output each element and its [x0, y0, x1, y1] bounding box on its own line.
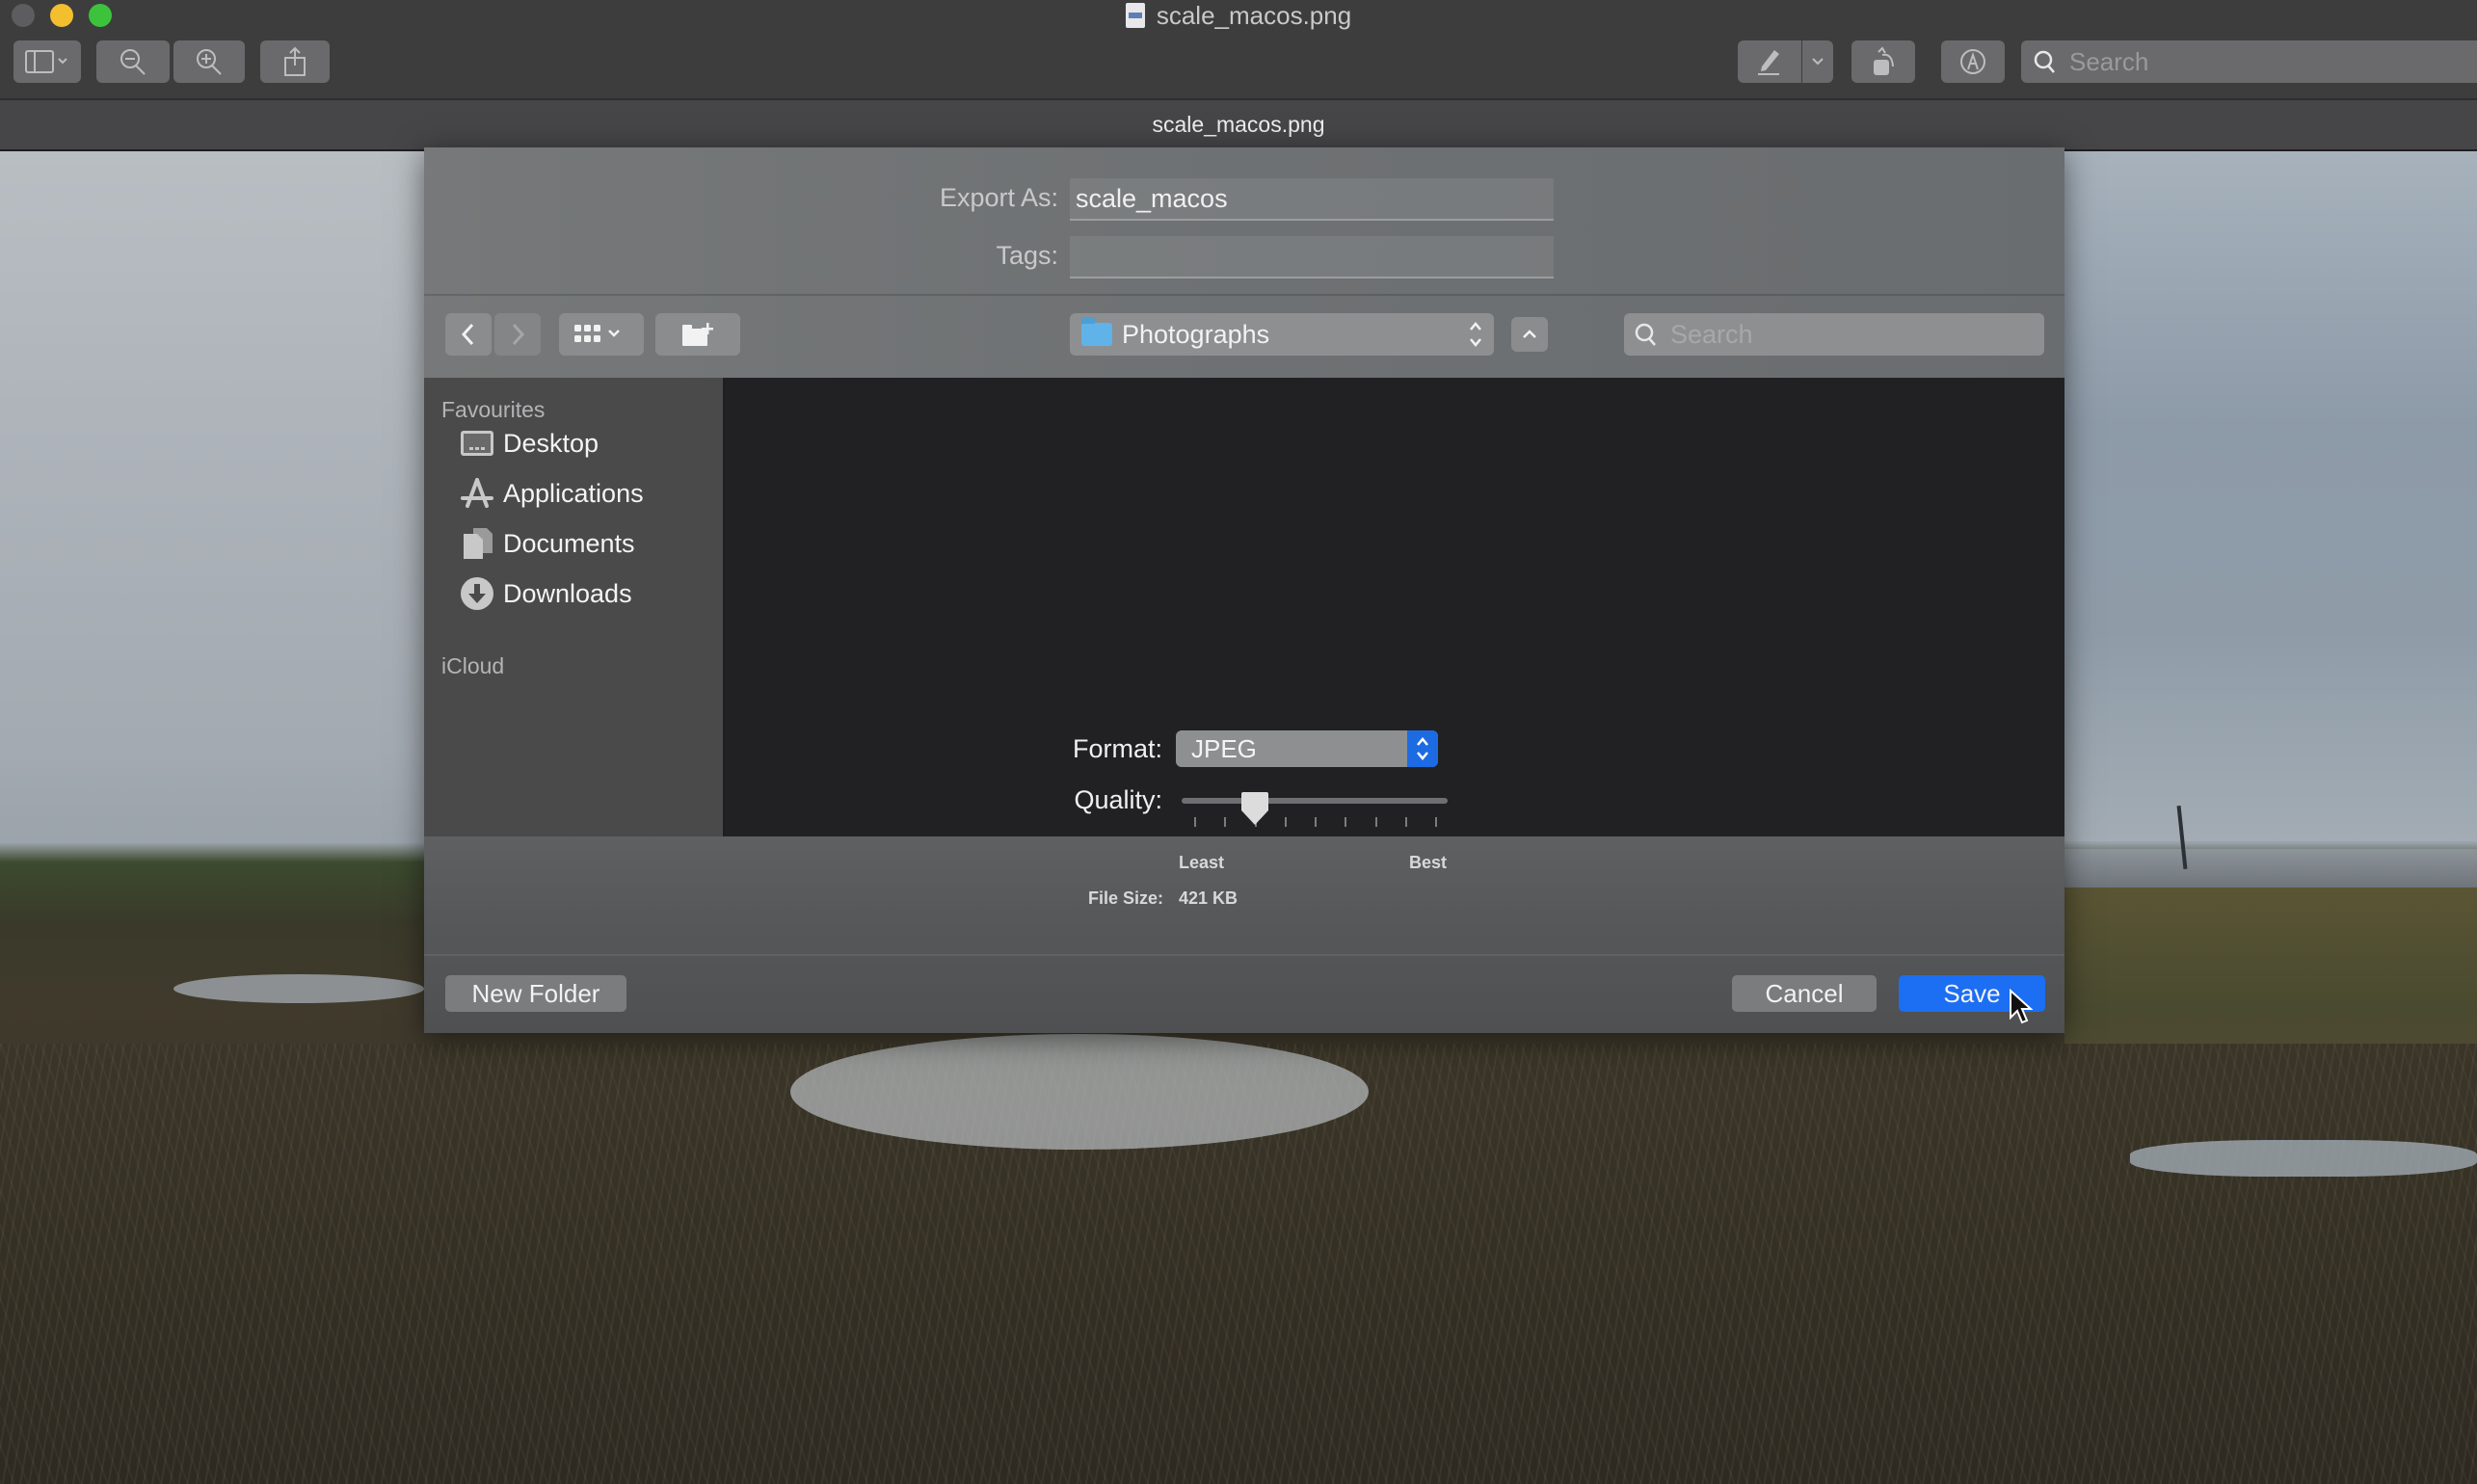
- sidebar-section-icloud[interactable]: iCloud: [441, 653, 504, 679]
- applications-icon: [459, 477, 495, 510]
- export-dialog: Export As: Tags: Photographs: [424, 147, 2064, 1033]
- updown-chevron-icon: [1470, 322, 1481, 347]
- photo-pond: [173, 974, 424, 1003]
- forward-button[interactable]: [494, 313, 541, 356]
- new-folder-button[interactable]: New Folder: [445, 975, 626, 1012]
- quality-slider-tick: [1435, 817, 1437, 827]
- window-title: scale_macos.png: [0, 0, 2477, 31]
- expand-collapse-button[interactable]: [1511, 317, 1548, 352]
- updown-chevron-icon: [1417, 737, 1428, 760]
- pen-icon: [1758, 50, 1779, 75]
- dialog-search[interactable]: [1624, 313, 2044, 356]
- zoom-in-icon: [197, 49, 222, 75]
- share-icon: [284, 46, 306, 76]
- zoom-out-icon: [120, 49, 146, 75]
- chevron-down-icon: [1812, 58, 1824, 66]
- markup-circle-icon: [1960, 49, 1985, 74]
- tab-title: scale_macos.png: [1152, 112, 1325, 137]
- format-value: JPEG: [1191, 733, 1257, 763]
- document-tab[interactable]: scale_macos.png: [0, 98, 2477, 151]
- quality-slider-tick: [1284, 817, 1287, 827]
- chevron-left-icon: [461, 323, 474, 346]
- tags-field[interactable]: [1070, 236, 1554, 278]
- dialog-search-input[interactable]: [1668, 318, 2029, 351]
- folder-icon: [1081, 318, 1112, 346]
- photo-sky: [2064, 147, 2477, 841]
- sidebar-item-label: Applications: [503, 478, 644, 508]
- sidebar-item-downloads[interactable]: Downloads: [459, 572, 632, 615]
- share-button[interactable]: [260, 40, 330, 83]
- mouse-cursor-icon: [2010, 989, 2034, 1024]
- sidebar-toggle-icon: [25, 50, 67, 73]
- tags-label: Tags:: [996, 241, 1058, 270]
- photo-pond: [2130, 1140, 2477, 1177]
- quality-label: Quality:: [1074, 785, 1162, 814]
- format-label: Format:: [1072, 734, 1162, 763]
- rotate-button[interactable]: [1851, 40, 1915, 83]
- quality-slider-tick: [1345, 817, 1347, 827]
- rotate-icon: [1874, 46, 1894, 75]
- icon-view-icon: [574, 325, 620, 342]
- toolbar-search[interactable]: [2021, 40, 2477, 83]
- quality-min-label: Least: [1179, 853, 1225, 872]
- downloads-icon: [459, 577, 495, 610]
- quality-slider-tick: [1194, 817, 1196, 827]
- export-as-field[interactable]: [1070, 178, 1554, 221]
- location-popup[interactable]: Photographs: [1070, 313, 1494, 356]
- chevron-up-icon: [1523, 330, 1536, 338]
- quality-slider-tick: [1315, 817, 1317, 827]
- sidebar: Favourites Desktop Applications Document…: [424, 378, 725, 836]
- search-icon: [2034, 50, 2055, 73]
- sidebar-item-desktop[interactable]: Desktop: [459, 422, 599, 464]
- export-as-label: Export As:: [939, 183, 1058, 212]
- photo-pond: [790, 1034, 1369, 1150]
- quality-max-label: Best: [1409, 853, 1448, 872]
- new-folder-icon: [682, 323, 713, 346]
- sidebar-item-label: Desktop: [503, 428, 599, 458]
- quality-slider-tick: [1224, 817, 1227, 827]
- annotate-button[interactable]: [1941, 40, 2005, 83]
- zoom-in-button[interactable]: [173, 40, 245, 83]
- divider: [424, 294, 2064, 296]
- zoom-out-button[interactable]: [96, 40, 170, 83]
- new-folder-icon-button[interactable]: [655, 313, 740, 356]
- cancel-button[interactable]: Cancel: [1732, 975, 1877, 1012]
- back-button[interactable]: [445, 313, 492, 356]
- quality-slider-tick: [1404, 817, 1407, 827]
- quality-slider-tick: [1374, 817, 1377, 827]
- toolbar-search-input[interactable]: [2067, 45, 2476, 78]
- document-icon: [1125, 3, 1145, 28]
- file-size-value: 421 KB: [1179, 888, 1238, 908]
- location-label: Photographs: [1122, 319, 1270, 349]
- sidebar-item-applications[interactable]: Applications: [459, 472, 644, 515]
- format-popup[interactable]: JPEG: [1176, 730, 1438, 767]
- search-icon: [1635, 323, 1656, 346]
- chevron-right-icon: [512, 323, 525, 346]
- window-titlebar: scale_macos.png: [0, 0, 2477, 98]
- sidebar-item-label: Documents: [503, 528, 635, 558]
- divider: [424, 954, 2064, 956]
- sidebar-item-label: Downloads: [503, 578, 632, 608]
- markup-dropdown-button[interactable]: [1802, 40, 1833, 83]
- sidebar-section-favourites: Favourites: [441, 397, 546, 422]
- window-title-text: scale_macos.png: [1156, 1, 1352, 30]
- file-browser[interactable]: [725, 378, 2064, 836]
- format-stepper: [1407, 730, 1438, 767]
- quality-slider-thumb[interactable]: [1240, 791, 1269, 826]
- sidebar-toggle-button[interactable]: [13, 40, 81, 83]
- quality-slider-track[interactable]: [1182, 798, 1448, 804]
- sidebar-item-documents[interactable]: Documents: [459, 522, 635, 565]
- photo-water: [2064, 849, 2477, 888]
- desktop-icon: [459, 427, 495, 460]
- markup-button[interactable]: [1738, 40, 1801, 83]
- documents-icon: [459, 527, 495, 560]
- view-mode-button[interactable]: [559, 313, 644, 356]
